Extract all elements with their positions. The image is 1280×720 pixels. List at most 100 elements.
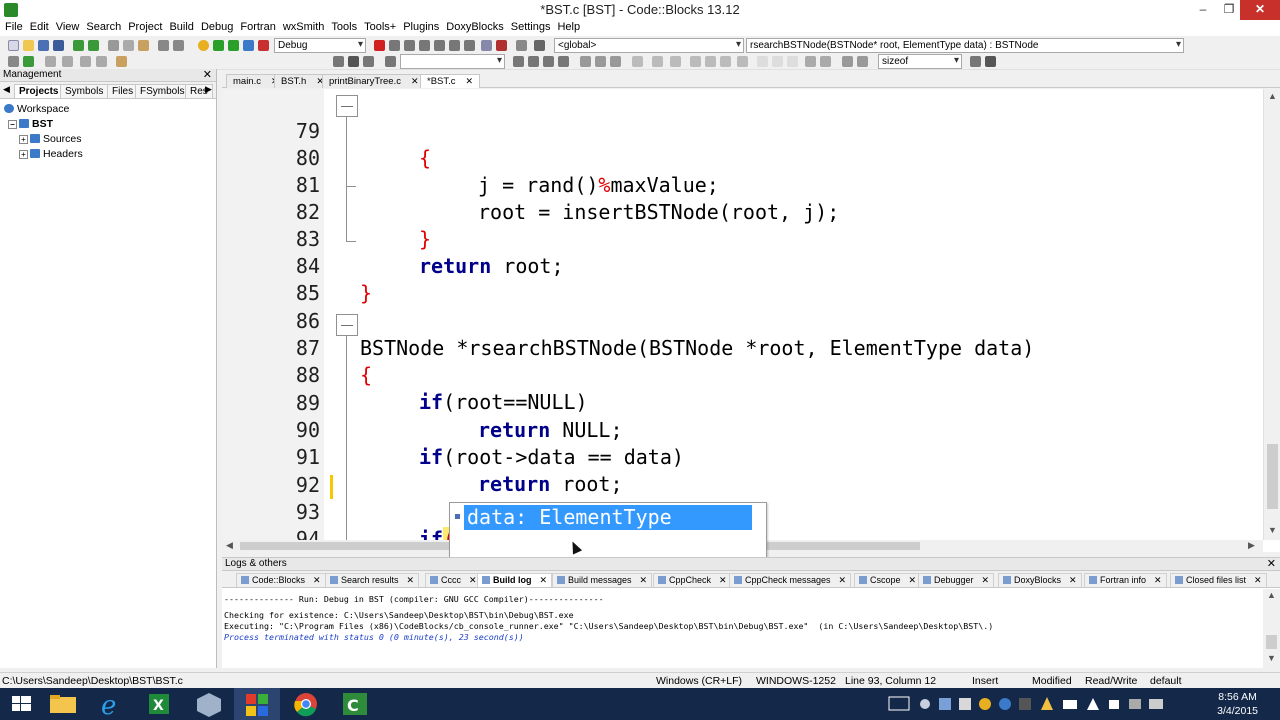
layout-icon-2[interactable]	[772, 56, 783, 67]
close-tab-icon[interactable]: ✕	[982, 575, 990, 585]
paste-icon[interactable]	[138, 40, 149, 51]
nav-back-icon[interactable]	[513, 56, 524, 67]
close-tab-icon[interactable]: ✕	[909, 575, 917, 585]
open-folder-icon[interactable]	[23, 40, 34, 51]
step-instruction-icon[interactable]	[464, 40, 475, 51]
menu-settings[interactable]: Settings	[510, 20, 557, 36]
taskbar-virtualbox[interactable]	[186, 688, 232, 720]
management-close-icon[interactable]: ✕	[203, 68, 212, 81]
tree-headers[interactable]: + Headers	[0, 147, 216, 162]
previous-icon[interactable]	[385, 56, 396, 67]
tab-files[interactable]: Files	[107, 84, 139, 98]
menu-tools-plus[interactable]: Tools+	[363, 20, 402, 36]
taskbar-codeblocks[interactable]	[234, 688, 280, 720]
search-combo[interactable]	[400, 54, 505, 69]
tab-cccc[interactable]: Cccc ✕	[425, 573, 482, 587]
autocomplete-item[interactable]: data: ElementType	[464, 505, 752, 530]
run-icon[interactable]	[213, 40, 224, 51]
sizeof-select[interactable]: sizeof	[878, 54, 962, 69]
taskbar-clock[interactable]: 8:56 AM 3/4/2015	[1217, 690, 1258, 718]
editor-vertical-scrollbar[interactable]: ▲ ▼	[1263, 89, 1280, 540]
zoom-in-icon[interactable]	[805, 56, 816, 67]
tab-closed-files-list[interactable]: Closed files list ✕	[1170, 573, 1267, 587]
nav-down-icon[interactable]	[558, 56, 569, 67]
maximize-button[interactable]: ❐	[1216, 0, 1242, 20]
tree-workspace[interactable]: Workspace	[0, 102, 216, 117]
tab-fortran-info[interactable]: Fortran info ✕	[1084, 573, 1167, 587]
next-line-icon[interactable]	[404, 40, 415, 51]
close-tab-icon[interactable]: ✕	[1154, 575, 1162, 585]
menu-view[interactable]: View	[55, 20, 86, 36]
tab-printbinarytree-c[interactable]: printBinaryTree.c ✕	[322, 74, 426, 88]
window-icon-4[interactable]	[690, 56, 701, 67]
tab-build-messages[interactable]: Build messages ✕	[552, 573, 653, 587]
close-tab-icon[interactable]: ✕	[540, 575, 548, 585]
close-tab-icon[interactable]: ✕	[1254, 575, 1262, 585]
tabs-right-arrow-icon[interactable]: ▶	[205, 84, 212, 95]
close-tab-icon[interactable]: ✕	[407, 575, 415, 585]
cut-icon[interactable]	[108, 40, 119, 51]
bookmark-icon[interactable]	[348, 56, 359, 67]
close-tab-icon[interactable]: ✕	[1069, 575, 1077, 585]
vertical-scroll-thumb[interactable]	[1267, 444, 1278, 509]
replace-icon[interactable]	[173, 40, 184, 51]
close-button[interactable]: ✕	[1240, 0, 1280, 20]
close-tab-icon[interactable]: ✕	[466, 76, 474, 86]
sizeof-apply-icon[interactable]	[970, 56, 981, 67]
back-icon[interactable]	[333, 56, 344, 67]
uncomment-icon[interactable]	[62, 56, 73, 67]
step-out-icon[interactable]	[434, 40, 445, 51]
tab-bst-c[interactable]: *BST.c ✕	[420, 74, 481, 88]
window-icon-2[interactable]	[652, 56, 663, 67]
expand-icon[interactable]: +	[19, 150, 28, 159]
window-icon-3[interactable]	[670, 56, 681, 67]
menu-debug[interactable]: Debug	[200, 20, 239, 36]
next-instruction-icon[interactable]	[449, 40, 460, 51]
save-icon[interactable]	[38, 40, 49, 51]
logs-close-icon[interactable]: ✕	[1267, 557, 1276, 570]
tabs-left-arrow-icon[interactable]: ◀	[3, 84, 10, 95]
doxy-icon-3[interactable]	[610, 56, 621, 67]
scroll-down-icon[interactable]: ▼	[1268, 525, 1277, 535]
copy-icon[interactable]	[123, 40, 134, 51]
menu-help[interactable]: Help	[556, 20, 586, 36]
menu-tools[interactable]: Tools	[330, 20, 363, 36]
zoom-out-icon[interactable]	[820, 56, 831, 67]
toggle-comment-icon[interactable]	[8, 56, 19, 67]
menu-build[interactable]: Build	[168, 20, 199, 36]
tab-projects[interactable]: Projects	[14, 84, 64, 98]
layout-icon-3[interactable]	[787, 56, 798, 67]
sizeof-tool-icon[interactable]	[985, 56, 996, 67]
collapse-icon[interactable]: –	[8, 120, 17, 129]
menu-doxyblocks[interactable]: DoxyBlocks	[445, 20, 509, 36]
doxy-icon-1[interactable]	[580, 56, 591, 67]
close-tab-icon[interactable]: ✕	[313, 575, 321, 585]
scroll-up-icon[interactable]: ▲	[1268, 91, 1277, 101]
window-icon-6[interactable]	[720, 56, 731, 67]
close-tab-icon[interactable]: ✕	[839, 575, 847, 585]
find-icon[interactable]	[158, 40, 169, 51]
window-icon-7[interactable]	[737, 56, 748, 67]
taskbar-file-explorer[interactable]	[40, 688, 86, 720]
menu-project[interactable]: Project	[127, 20, 168, 36]
build-gear-icon[interactable]	[198, 40, 209, 51]
menu-fortran[interactable]: Fortran	[239, 20, 281, 36]
build-target-select[interactable]: Debug	[274, 38, 366, 53]
close-tab-icon[interactable]: ✕	[411, 76, 419, 86]
undo-icon[interactable]	[73, 40, 84, 51]
debug-start-icon[interactable]	[374, 40, 385, 51]
minimize-button[interactable]: –	[1190, 0, 1216, 20]
tab-debugger[interactable]: Debugger ✕	[918, 573, 995, 587]
tab-fsymbols[interactable]: FSymbols	[135, 84, 190, 98]
menu-wxsmith[interactable]: wxSmith	[282, 20, 331, 36]
window-icon-1[interactable]	[632, 56, 643, 67]
logs-vertical-scrollbar[interactable]: ▲ ▼	[1263, 589, 1280, 669]
taskbar-internet-explorer[interactable]: e	[89, 688, 135, 720]
expand-icon[interactable]: +	[19, 135, 28, 144]
redo-icon[interactable]	[88, 40, 99, 51]
menu-search[interactable]: Search	[85, 20, 127, 36]
taskbar-chrome[interactable]	[283, 688, 329, 720]
tab-symbols[interactable]: Symbols	[60, 84, 109, 98]
new-file-icon[interactable]	[8, 40, 19, 51]
layout-icon-1[interactable]	[757, 56, 768, 67]
